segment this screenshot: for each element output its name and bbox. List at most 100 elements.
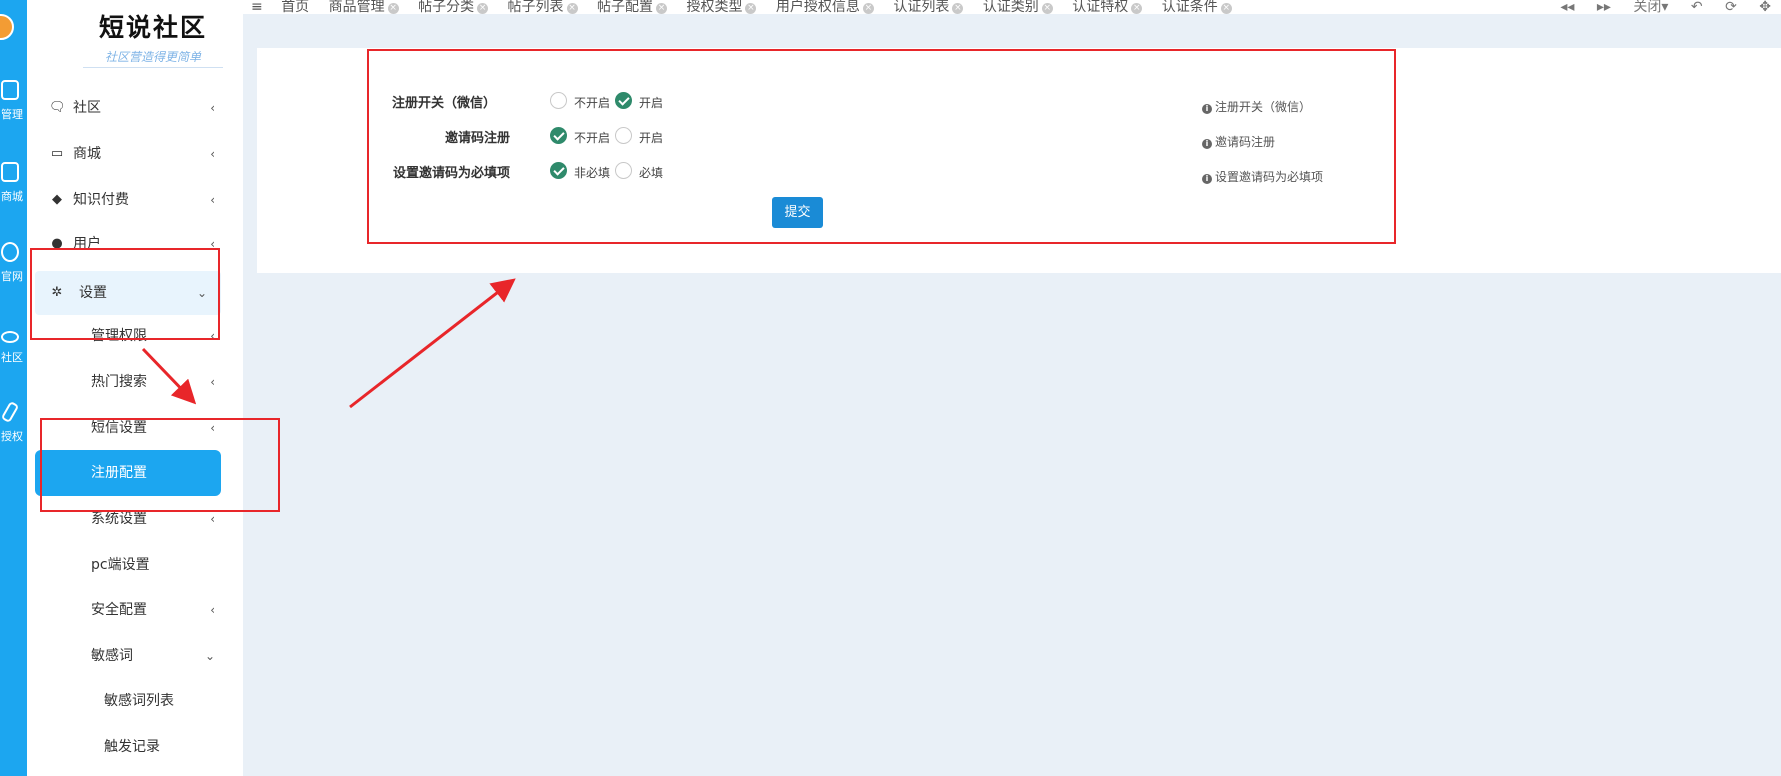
field-label: 注册开关（微信） [391,96,496,111]
chevron-left-icon: ‹ [210,421,215,435]
sidebar-item-sensitive-words[interactable]: 敏感词 ⌄ [27,636,243,676]
sidebar-item-sms-settings[interactable]: 短信设置 ‹ [27,408,243,448]
sidebar-item-pc-settings[interactable]: pc端设置 [27,545,243,585]
chevron-left-icon: ‹ [210,101,215,115]
close-icon[interactable]: × [387,3,399,14]
sidebar-item-admin-permissions[interactable]: 管理权限 ‹ [27,316,243,356]
back-icon[interactable]: ↶ [1691,0,1703,15]
close-icon[interactable]: × [862,3,874,14]
annotation-arrow-up [349,278,516,409]
fullscreen-icon[interactable]: ✥ [1759,0,1771,15]
shop-icon [1,162,19,182]
radio-option-selected[interactable] [615,92,632,109]
sidebar-item-security-config[interactable]: 安全配置 ‹ [27,590,243,630]
radio-option-label: 非必填 [574,166,611,180]
radio-option-selected[interactable] [550,162,567,179]
tab-cert-privilege[interactable]: 认证特权 × [1072,0,1143,16]
menu-icon[interactable]: ≡ [251,0,263,15]
tab-post-config[interactable]: 帖子配置 × [597,0,667,16]
edit-icon [0,400,20,424]
chevron-left-icon: ‹ [210,237,215,251]
close-icon[interactable]: × [1131,3,1143,14]
close-icon[interactable]: × [656,3,667,14]
radio-option-label: 不开启 [574,131,611,145]
chevron-left-icon: ‹ [210,147,215,161]
brand-title: 短说社区 [98,13,207,42]
sidebar-item-mall[interactable]: ▭ 商城 ‹ [27,134,243,174]
field-hint: i 设置邀请码为必填项 [1202,168,1323,185]
scroll-right-icon[interactable]: ▸▸ [1597,0,1611,15]
close-icon[interactable]: × [566,3,578,14]
sidebar-item-trigger-records[interactable]: 触发记录 [27,727,243,767]
close-icon[interactable]: × [952,3,964,14]
chevron-left-icon: ‹ [210,193,215,207]
tab-post-list[interactable]: 帖子列表 × [508,0,578,16]
chevron-left-icon: ‹ [210,603,215,617]
sidebar-item-sensitive-word-list[interactable]: 敏感词列表 [27,681,243,721]
sidebar-item-community[interactable]: 🗨 社区 ‹ [27,88,243,128]
info-icon: i [1202,139,1212,149]
close-icon[interactable]: × [477,3,489,14]
field-label: 设置邀请码为必填项 [392,166,510,181]
sidebar-item-system-settings[interactable]: 系统设置 ‹ [27,499,243,539]
chat-icon: 🗨 [49,100,66,115]
tablet-icon [1,80,19,100]
chevron-left-icon: ‹ [210,512,215,526]
rail-item-manage[interactable]: 管理 [0,80,27,122]
tab-product-management[interactable]: 商品管理 × [329,0,399,16]
info-icon: i [1202,174,1212,184]
info-icon: i [1202,104,1212,114]
tab-cert-list[interactable]: 认证列表 × [893,0,964,16]
sidebar-item-users[interactable]: ● 用户 ‹ [27,224,243,264]
close-icon[interactable]: × [745,3,757,14]
radio-option-label: 不开启 [574,96,611,110]
close-icon[interactable]: × [1041,3,1053,14]
form-row-invite-register: 邀请码注册 不开启 开启 i 邀请码注册 [257,127,1357,150]
rail-item-authorize[interactable]: 授权 [0,400,27,444]
field-label: 邀请码注册 [444,131,510,146]
close-icon[interactable]: × [1220,3,1232,14]
tab-bar: ≡ 首页 商品管理 × 帖子分类 × 帖子列表 × 帖子配置 × 授权类型 × 用户授权信… [243,0,1781,16]
sidebar-item-settings[interactable]: ✲ 设置 ⌄ [35,271,221,315]
rail-item-mall[interactable]: 商城 [0,162,27,204]
radio-option-label: 开启 [639,96,664,110]
radio-option[interactable] [615,162,632,179]
cloud-icon [1,331,19,343]
user-icon: ● [51,236,63,251]
sidebar: 短说社区 社区营造得更简单 🗨 社区 ‹ ▭ 商城 ‹ ◆ 知识付费 ‹ ● 用… [27,0,243,776]
sidebar-item-register-config[interactable]: 注册配置 [35,450,221,496]
sidebar-item-hot-search[interactable]: 热门搜索 ‹ [27,362,243,402]
tab-cert-category[interactable]: 认证类别 × [983,0,1053,16]
field-hint: i 邀请码注册 [1202,133,1275,150]
laptop-icon: ▭ [50,146,64,161]
chevron-left-icon: ‹ [210,329,215,343]
app-rail: 管理 商城 官网 社区 授权 [0,0,27,776]
register-config-card: 注册开关（微信） 不开启 开启 i 注册开关（微信） 邀请码注册 不开启 开启 i… [257,48,1781,273]
scroll-left-icon[interactable]: ◂◂ [1560,0,1574,15]
sidebar-item-knowledge-pay[interactable]: ◆ 知识付费 ‹ [27,180,243,220]
rail-item-community[interactable]: 社区 [0,325,27,365]
radio-option[interactable] [550,92,567,109]
logo-icon[interactable] [0,14,14,40]
close-menu-button[interactable]: 关闭▾ [1633,0,1668,16]
brand-subtitle: 社区营造得更简单 [83,48,223,68]
gear-icon: ✲ [51,285,63,300]
tab-cert-condition[interactable]: 认证条件 × [1162,0,1232,16]
submit-button[interactable]: 提交 [772,197,823,228]
form-row-wechat-register: 注册开关（微信） 不开启 开启 i 注册开关（微信） [257,92,1357,114]
globe-icon [1,242,19,262]
refresh-icon[interactable]: ⟳ [1725,0,1737,15]
radio-option[interactable] [615,127,632,144]
chevron-left-icon: ‹ [210,375,215,389]
brand-logo: 短说社区 社区营造得更简单 [83,8,223,68]
tab-auth-type[interactable]: 授权类型 × [686,0,757,16]
rail-item-website[interactable]: 官网 [0,242,27,284]
radio-option-label: 开启 [639,131,664,145]
graduation-cap-icon: ◆ [52,192,62,207]
radio-option-label: 必填 [639,166,664,180]
radio-option-selected[interactable] [550,127,567,144]
tab-home[interactable]: 首页 [281,0,309,16]
tab-post-category[interactable]: 帖子分类 × [418,0,489,16]
chevron-down-icon: ⌄ [196,286,207,300]
tab-user-auth-info[interactable]: 用户授权信息 × [776,0,874,16]
